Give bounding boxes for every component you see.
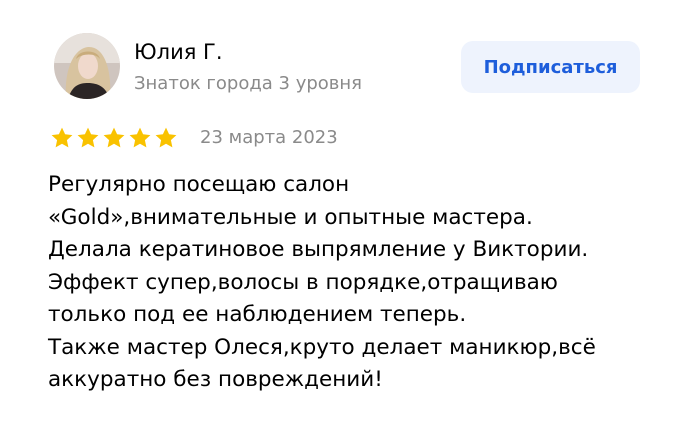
review-text-line: Также мастер Олеся,круто делает маникюр,… <box>48 334 596 360</box>
review-card: Юлия Г. Знаток города 3 уровня Подписать… <box>0 0 689 429</box>
review-text-line: аккуратно без повреждений! <box>48 367 383 392</box>
author-level: Знаток города 3 уровня <box>134 73 363 94</box>
review-text-line: «Gold»,внимательные и опытные мастера. <box>48 204 533 230</box>
review-text-line: Регулярно посещаю салон <box>48 172 350 197</box>
review-date: 23 марта 2023 <box>200 127 338 148</box>
review-text-line: Делала кератиновое выпрямление у Виктори… <box>48 237 589 262</box>
subscribe-button[interactable]: Подписаться <box>461 41 640 93</box>
avatar-photo <box>54 33 120 99</box>
star-rating <box>50 126 178 150</box>
review-text-line: Эффект супер,волосы в порядке,отращиваю <box>48 269 558 295</box>
star-icon <box>103 127 125 148</box>
star-icon <box>51 127 73 148</box>
review-text: Регулярно посещаю салон «Gold»,вниматель… <box>48 169 668 397</box>
star-icon <box>155 127 177 148</box>
avatar[interactable] <box>54 33 120 99</box>
review-text-line: только под ее наблюдением теперь. <box>48 302 467 327</box>
author-name[interactable]: Юлия Г. <box>134 38 223 66</box>
star-icon <box>129 127 151 148</box>
star-icon <box>77 127 99 148</box>
